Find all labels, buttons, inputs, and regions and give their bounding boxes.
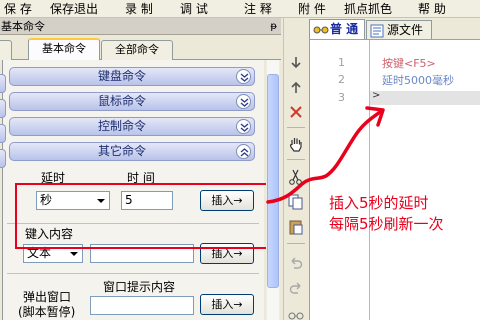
annotation-line-1: 插入5秒的延时 — [329, 194, 429, 212]
annotation-line-2: 每隔5秒刷新一次 — [329, 215, 444, 233]
annotation-text: 插入5秒的延时 每隔5秒刷新一次 — [329, 193, 444, 235]
annotation-arrow — [266, 106, 385, 204]
